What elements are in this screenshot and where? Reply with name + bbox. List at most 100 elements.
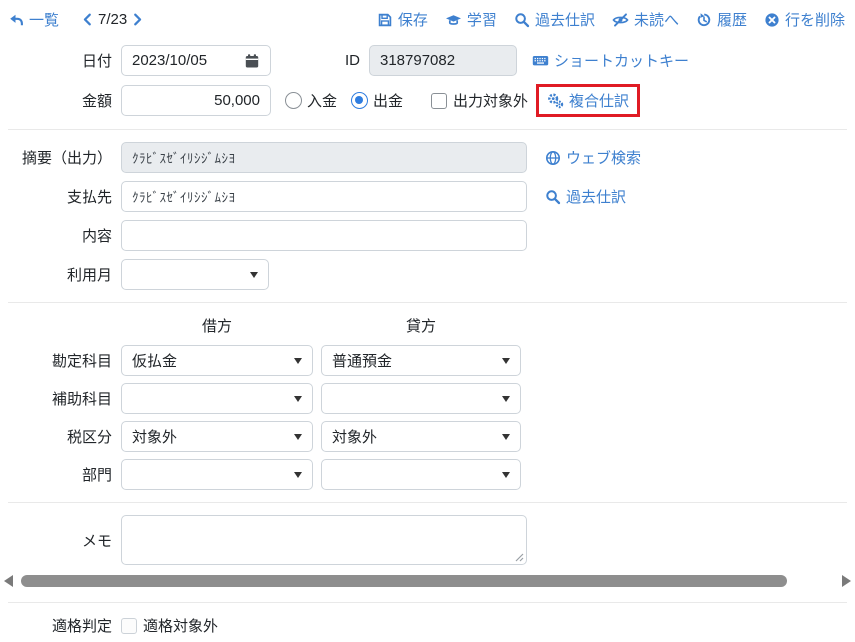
memo-label: メモ: [0, 530, 112, 551]
section-divider: [8, 502, 847, 503]
withdrawal-radio[interactable]: 出金: [351, 90, 403, 111]
department-credit-select[interactable]: [321, 459, 521, 490]
toolbar-actions: 保存 学習 過去仕訳 未読へ: [377, 9, 845, 30]
tax-class-label: 税区分: [0, 426, 112, 447]
toolbar: 一覧 7/23 保存 学習: [0, 0, 855, 34]
content-label: 内容: [0, 225, 112, 246]
content-row: 内容: [0, 220, 855, 251]
content-input[interactable]: [121, 220, 527, 251]
save-button[interactable]: 保存: [377, 9, 428, 30]
department-debit-select[interactable]: [121, 459, 313, 490]
delete-icon: [764, 12, 780, 28]
history-icon: [696, 12, 712, 28]
chevron-down-icon: [502, 358, 510, 364]
sub-account-debit-select[interactable]: [121, 383, 313, 414]
qualified-excluded-label: 適格対象外: [143, 615, 218, 636]
date-label: 日付: [0, 50, 112, 71]
department-row: 部門: [0, 459, 855, 490]
resize-handle-icon[interactable]: [514, 552, 524, 562]
qualified-excluded-checkbox[interactable]: 適格対象外: [121, 615, 218, 636]
payee-input[interactable]: ｸﾗﾋﾞｽｾﾞｲﾘｼｼﾞﾑｼﾖ: [121, 181, 527, 212]
account-debit-select[interactable]: 仮払金: [121, 345, 313, 376]
record-pager: 7/23: [81, 11, 144, 28]
usage-month-row: 利用月: [0, 259, 855, 290]
calendar-icon[interactable]: [244, 53, 260, 69]
payee-row: 支払先 ｸﾗﾋﾞｽｾﾞｲﾘｼｼﾞﾑｼﾖ 過去仕訳: [0, 181, 855, 212]
learn-button[interactable]: 学習: [445, 9, 497, 30]
section-divider: [8, 129, 847, 130]
date-input[interactable]: 2023/10/05: [121, 45, 271, 76]
delete-row-label: 行を削除: [785, 9, 845, 30]
usage-month-select[interactable]: [121, 259, 269, 290]
credit-column-header: 貸方: [321, 315, 521, 336]
search-icon: [545, 189, 561, 205]
gears-icon: [547, 92, 564, 109]
pager-prev-button[interactable]: [81, 12, 95, 27]
chevron-down-icon: [250, 272, 258, 278]
eye-off-icon: [612, 12, 629, 28]
tax-class-credit-select[interactable]: 対象外: [321, 421, 521, 452]
chevron-down-icon: [502, 434, 510, 440]
to-unread-label: 未読へ: [634, 9, 679, 30]
usage-month-label: 利用月: [0, 264, 112, 285]
exclude-output-label: 出力対象外: [453, 90, 528, 111]
account-credit-select[interactable]: 普通預金: [321, 345, 521, 376]
account-label: 勘定科目: [0, 350, 112, 371]
chevron-down-icon: [502, 472, 510, 478]
scroll-right-button[interactable]: [842, 575, 851, 587]
sub-account-credit-select[interactable]: [321, 383, 521, 414]
save-icon: [377, 12, 393, 28]
web-search-link[interactable]: ウェブ検索: [545, 147, 641, 168]
withdrawal-radio-label: 出金: [373, 90, 403, 111]
pager-position: 7/23: [98, 11, 127, 28]
qualification-label: 適格判定: [0, 615, 112, 636]
history-label: 履歴: [717, 9, 747, 30]
sub-account-label: 補助科目: [0, 388, 112, 409]
debit-column-header: 借方: [121, 315, 313, 336]
qualification-row: 適格判定 適格対象外: [0, 615, 855, 636]
amount-value: 50,000: [214, 92, 260, 109]
id-label: ID: [345, 52, 360, 69]
memo-row: メモ: [0, 515, 855, 565]
to-unread-button[interactable]: 未読へ: [612, 9, 679, 30]
account-credit-value: 普通預金: [332, 350, 392, 371]
past-entries-row-link[interactable]: 過去仕訳: [545, 186, 626, 207]
tax-class-debit-select[interactable]: 対象外: [121, 421, 313, 452]
section-divider: [8, 302, 847, 303]
chevron-down-icon: [294, 396, 302, 402]
tax-class-debit-value: 対象外: [132, 426, 177, 447]
keyboard-icon: [532, 53, 549, 68]
back-to-list-label: 一覧: [29, 9, 59, 30]
scroll-left-button[interactable]: [4, 575, 13, 587]
department-label: 部門: [0, 464, 112, 485]
deposit-radio[interactable]: 入金: [285, 90, 337, 111]
exclude-output-checkbox[interactable]: 出力対象外: [431, 90, 528, 111]
date-row: 日付 2023/10/05 ID 318797082 ショートカットキー: [0, 45, 855, 76]
scrollbar-thumb[interactable]: [21, 575, 787, 587]
past-entries-button[interactable]: 過去仕訳: [514, 9, 595, 30]
chevron-down-icon: [294, 434, 302, 440]
shortcut-key-link[interactable]: ショートカットキー: [532, 50, 689, 71]
reply-icon: [8, 12, 24, 28]
pager-next-button[interactable]: [130, 12, 144, 27]
history-button[interactable]: 履歴: [696, 9, 747, 30]
chevron-down-icon: [502, 396, 510, 402]
memo-textarea[interactable]: [121, 515, 527, 565]
amount-input[interactable]: 50,000: [121, 85, 271, 116]
id-field: 318797082: [369, 45, 517, 76]
delete-row-button[interactable]: 行を削除: [764, 9, 845, 30]
back-to-list-button[interactable]: 一覧: [8, 9, 59, 30]
tax-class-row: 税区分 対象外 対象外: [0, 421, 855, 452]
compound-entry-link[interactable]: 複合仕訳: [547, 90, 629, 111]
save-label: 保存: [398, 9, 428, 30]
learn-icon: [445, 12, 462, 28]
chevron-down-icon: [294, 358, 302, 364]
date-value: 2023/10/05: [132, 52, 207, 69]
amount-row: 金額 50,000 入金 出金 出力対象外 複合仕訳: [0, 84, 855, 117]
amount-label: 金額: [0, 90, 112, 111]
compound-entry-highlight: 複合仕訳: [536, 84, 640, 117]
chevron-down-icon: [294, 472, 302, 478]
summary-field: ｸﾗﾋﾞｽｾﾞｲﾘｼｼﾞﾑｼﾖ: [121, 142, 527, 173]
past-entries-row-label: 過去仕訳: [566, 186, 626, 207]
checkbox-disabled-icon: [121, 618, 137, 634]
